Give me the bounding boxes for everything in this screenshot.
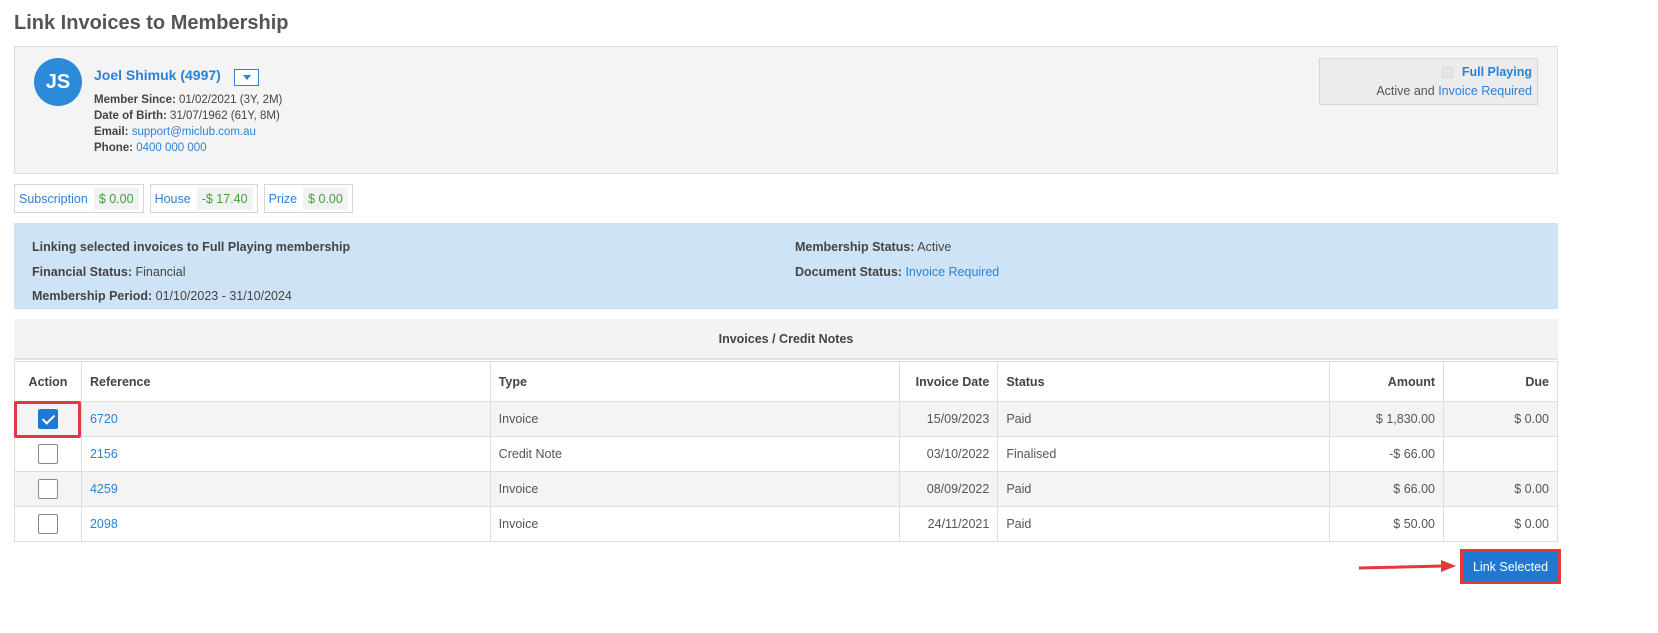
document-status-label: Document Status: [795, 264, 902, 279]
dob-label: Date of Birth: [94, 110, 167, 122]
col-status: Status [997, 361, 1331, 402]
phone-link[interactable]: 0400 000 000 [136, 142, 206, 154]
balance-subscription-label[interactable]: Subscription [19, 192, 88, 206]
date-cell: 15/09/2023 [899, 401, 999, 437]
phone-label: Phone: [94, 142, 133, 154]
member-panel: JS Joel Shimuk (4997) Member Since: 01/0… [14, 46, 1558, 174]
financial-status-value: Financial [135, 264, 186, 279]
document-status-link[interactable]: Invoice Required [905, 265, 999, 279]
info-right-column: Membership Status: Active Document Statu… [795, 235, 999, 284]
membership-period-value: 01/10/2023 - 31/10/2024 [155, 289, 292, 303]
member-since-label: Member Since: [94, 94, 176, 106]
balance-house-label[interactable]: House [155, 192, 191, 206]
page-title: Link Invoices to Membership [14, 12, 289, 34]
date-cell: 03/10/2022 [899, 436, 999, 472]
balance-prize-label[interactable]: Prize [269, 192, 297, 206]
membership-info-panel: Linking selected invoices to Full Playin… [14, 223, 1558, 309]
table-header-row: Action Reference Type Invoice Date Statu… [14, 361, 1558, 402]
info-left-column: Linking selected invoices to Full Playin… [32, 235, 350, 309]
member-since-value: 01/02/2021 (3Y, 2M) [179, 94, 283, 106]
link-selected-button[interactable]: Link Selected [1463, 552, 1558, 581]
col-due: Due [1443, 361, 1558, 402]
select-checkbox[interactable] [37, 479, 58, 499]
status-cell: Finalised [997, 436, 1331, 472]
member-details: Member Since: 01/02/2021 (3Y, 2M) Date o… [94, 92, 282, 156]
status-cell: Paid [997, 471, 1331, 507]
type-cell: Credit Note [489, 436, 901, 472]
membership-type-link[interactable]: Full Playing [1462, 65, 1532, 79]
balance-house: House -$ 17.40 [149, 184, 258, 213]
balance-subscription: Subscription $ 0.00 [14, 184, 144, 213]
financial-status-label: Financial Status: [32, 264, 133, 279]
type-cell: Invoice [489, 506, 901, 542]
balance-badges: Subscription $ 0.00 House -$ 17.40 Prize… [14, 184, 353, 213]
avatar: JS [34, 58, 82, 106]
reference-link[interactable]: 2156 [90, 447, 118, 461]
table-row: 4259 Invoice 08/09/2022 Paid $ 66.00 $ 0… [14, 471, 1558, 507]
col-amount: Amount [1329, 361, 1445, 402]
table-row: 6720 Invoice 15/09/2023 Paid $ 1,830.00 … [14, 401, 1558, 437]
dob-value: 31/07/1962 (61Y, 8M) [170, 110, 280, 122]
date-cell: 24/11/2021 [899, 506, 999, 542]
select-checkbox[interactable] [37, 514, 58, 534]
linking-text: Linking selected invoices to Full Playin… [32, 240, 351, 254]
action-cell [14, 506, 82, 542]
invoices-section-title: Invoices / Credit Notes [14, 319, 1558, 360]
balance-prize: Prize $ 0.00 [263, 184, 353, 213]
col-invoice-date: Invoice Date [899, 361, 999, 402]
status-cell: Paid [997, 401, 1331, 437]
balance-subscription-amount: $ 0.00 [93, 187, 139, 210]
balance-prize-amount: $ 0.00 [303, 187, 348, 210]
col-type: Type [489, 361, 901, 402]
select-checkbox[interactable] [37, 409, 58, 429]
membership-state: Active and Invoice Required [1376, 84, 1532, 98]
col-reference: Reference [80, 361, 491, 402]
amount-cell: -$ 66.00 [1329, 436, 1445, 472]
action-cell [14, 471, 82, 507]
email-link[interactable]: support@miclub.com.au [132, 126, 256, 138]
reference-link[interactable]: 4259 [90, 482, 118, 496]
table-row: 2098 Invoice 24/11/2021 Paid $ 50.00 $ 0… [14, 506, 1558, 542]
table-row: 2156 Credit Note 03/10/2022 Finalised -$… [14, 436, 1558, 472]
due-cell [1443, 436, 1558, 472]
arrow-right-icon [1358, 560, 1456, 572]
due-cell: $ 0.00 [1443, 506, 1558, 542]
member-dropdown-button[interactable] [234, 69, 259, 86]
action-cell [14, 401, 82, 437]
amount-cell: $ 66.00 [1329, 471, 1445, 507]
invoices-table: Action Reference Type Invoice Date Statu… [14, 361, 1558, 542]
membership-period-label: Membership Period: [32, 289, 153, 303]
invoice-required-link[interactable]: Invoice Required [1438, 84, 1532, 98]
caret-down-icon [243, 75, 251, 80]
type-cell: Invoice [489, 471, 901, 507]
status-cell: Paid [997, 506, 1331, 542]
membership-state-prefix: Active and [1376, 84, 1435, 98]
email-label: Email: [94, 126, 129, 138]
action-cell [14, 436, 82, 472]
membership-status-label: Membership Status: [795, 240, 915, 254]
membership-summary: Full Playing Active and Invoice Required [1319, 58, 1538, 105]
balance-house-amount: -$ 17.40 [196, 187, 253, 210]
membership-status-value: Active [917, 240, 952, 254]
amount-cell: $ 1,830.00 [1329, 401, 1445, 437]
member-name-link[interactable]: Joel Shimuk (4997) [94, 67, 221, 83]
col-action: Action [14, 361, 82, 402]
select-checkbox[interactable] [37, 444, 58, 464]
amount-cell: $ 50.00 [1329, 506, 1445, 542]
membership-indicator [1442, 67, 1453, 78]
reference-link[interactable]: 2098 [90, 517, 118, 531]
reference-link[interactable]: 6720 [90, 412, 118, 426]
date-cell: 08/09/2022 [899, 471, 999, 507]
type-cell: Invoice [489, 401, 901, 437]
due-cell: $ 0.00 [1443, 471, 1558, 507]
due-cell: $ 0.00 [1443, 401, 1558, 437]
